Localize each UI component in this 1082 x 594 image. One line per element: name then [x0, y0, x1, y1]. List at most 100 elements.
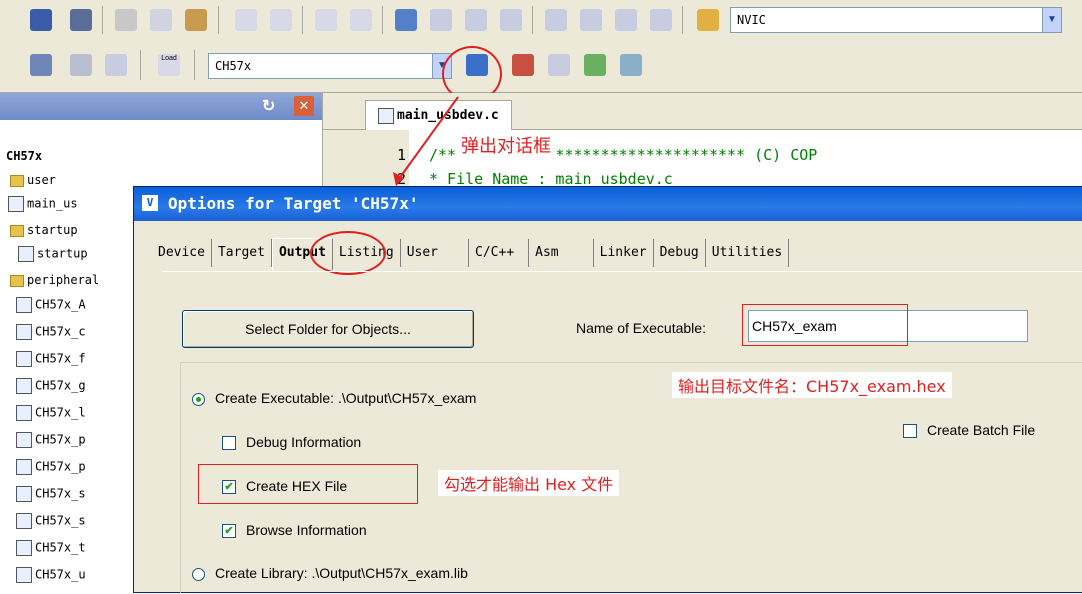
folder-icon	[10, 224, 24, 237]
download-icon[interactable]: Load	[158, 54, 180, 76]
comment-icon[interactable]	[615, 9, 637, 31]
bookmark-clear-icon[interactable]	[500, 9, 522, 31]
browse-info-checkbox[interactable]: ✔ Browse Information	[222, 522, 367, 539]
editor-tabbar: main_usbdev.c	[323, 93, 1082, 130]
editor-tab-main-usbdev[interactable]: main_usbdev.c	[365, 100, 512, 130]
build-icon[interactable]	[70, 54, 92, 76]
file-icon	[16, 540, 32, 556]
name-exe-label: Name of Executable:	[576, 320, 706, 336]
bookmark-icon[interactable]	[395, 9, 417, 31]
indent-icon[interactable]	[545, 9, 567, 31]
target-combo[interactable]: CH57x ▼	[208, 53, 452, 79]
nav-forward-icon[interactable]	[350, 9, 372, 31]
nvic-combo-value: NVIC	[737, 13, 766, 27]
tree-file[interactable]: CH57x_g	[16, 378, 86, 394]
refresh-icon[interactable]: ↻	[262, 96, 275, 116]
folder-icon	[10, 174, 24, 187]
annotation-check-hex: 勾选才能输出 Hex 文件	[438, 470, 620, 496]
tab-device[interactable]: Device	[152, 239, 212, 267]
create-executable-option[interactable]: Create Executable: .\Output\CH57x_exam	[192, 390, 476, 406]
tab-debug[interactable]: Debug	[654, 239, 706, 267]
rebuild-icon[interactable]	[105, 54, 127, 76]
file-icon	[16, 351, 32, 367]
target-combo-value: CH57x	[215, 59, 252, 73]
tab-cpp[interactable]: C/C++	[469, 239, 530, 267]
create-hex-highlight	[198, 464, 418, 504]
line-number: 1	[397, 146, 407, 164]
output-tab-panel: Select Folder for Objects... Name of Exe…	[162, 271, 1082, 594]
toolbar-main: NVIC ▼	[0, 0, 1082, 41]
annotation-popup-dialog: 弹出对话框	[455, 131, 557, 159]
folder-icon	[10, 274, 24, 287]
create-library-option[interactable]: Create Library: .\Output\CH57x_exam.lib	[192, 565, 468, 581]
load-label: Load	[161, 55, 177, 62]
uncomment-icon[interactable]	[650, 9, 672, 31]
tree-file[interactable]: startup	[18, 246, 88, 262]
tree-file[interactable]: main_us	[8, 196, 78, 212]
tree-file[interactable]: CH57x_s	[16, 486, 86, 502]
find-in-files-icon[interactable]	[697, 9, 719, 31]
tab-target[interactable]: Target	[212, 239, 272, 267]
bookmark-next-icon[interactable]	[465, 9, 487, 31]
project-panel-titlebar: ↻ ✕	[0, 93, 322, 120]
file-icon	[16, 297, 32, 313]
file-icon	[16, 324, 32, 340]
tree-folder-startup[interactable]: startup	[10, 223, 78, 237]
tree-file[interactable]: CH57x_l	[16, 405, 86, 421]
file-extensions-icon[interactable]	[548, 54, 570, 76]
name-exe-highlight	[742, 304, 908, 346]
redo-icon[interactable]	[270, 9, 292, 31]
file-icon	[18, 246, 34, 262]
bookmark-prev-icon[interactable]	[430, 9, 452, 31]
tree-file[interactable]: CH57x_t	[16, 540, 86, 556]
options-dialog: V Options for Target 'CH57x' Device Targe…	[133, 186, 1082, 594]
dialog-titlebar: V Options for Target 'CH57x'	[134, 187, 1082, 221]
select-folder-button[interactable]: Select Folder for Objects...	[182, 310, 474, 348]
file-icon	[16, 432, 32, 448]
tab-linker[interactable]: Linker	[594, 239, 654, 267]
nav-back-icon[interactable]	[315, 9, 337, 31]
checkbox-icon	[222, 436, 236, 451]
chevron-down-icon[interactable]: ▼	[1042, 8, 1061, 32]
project-root[interactable]: CH57x	[6, 149, 42, 163]
paste-icon[interactable]	[185, 9, 207, 31]
file-icon	[16, 513, 32, 529]
output-tab-highlight	[310, 231, 386, 275]
file-icon	[16, 567, 32, 583]
tree-file[interactable]: CH57x_f	[16, 351, 86, 367]
tab-user[interactable]: User	[401, 239, 470, 267]
select-packs-icon[interactable]	[620, 54, 642, 76]
save-icon[interactable]	[30, 9, 52, 31]
radio-icon	[192, 567, 205, 581]
keil-logo-icon: V	[142, 195, 158, 211]
tree-file[interactable]: CH57x_u	[16, 567, 86, 583]
tree-file[interactable]: CH57x_p	[16, 459, 86, 475]
file-icon	[378, 107, 394, 124]
tree-file[interactable]: CH57x_p	[16, 432, 86, 448]
manage-components-icon[interactable]	[512, 54, 534, 76]
pack-installer-icon[interactable]	[584, 54, 606, 76]
file-icon	[16, 459, 32, 475]
tab-asm[interactable]: Asm	[529, 239, 594, 267]
cut-icon[interactable]	[115, 9, 137, 31]
tree-file[interactable]: CH57x_A	[16, 297, 86, 313]
tree-folder-peripheral[interactable]: peripheral	[10, 273, 99, 287]
tree-folder-user[interactable]: user	[10, 173, 56, 187]
create-batch-checkbox[interactable]: Create Batch File	[903, 422, 1035, 439]
unindent-icon[interactable]	[580, 9, 602, 31]
dialog-tabs: Device Target Output Listing User C/C++ Asm Lin…	[152, 238, 790, 271]
tree-file[interactable]: CH57x_s	[16, 513, 86, 529]
nvic-combo[interactable]: NVIC ▼	[730, 7, 1062, 33]
tab-utilities[interactable]: Utilities	[706, 239, 790, 267]
tree-file[interactable]: CH57x_c	[16, 324, 86, 340]
copy-icon[interactable]	[150, 9, 172, 31]
checkbox-icon	[903, 424, 917, 439]
file-icon	[8, 196, 24, 212]
undo-icon[interactable]	[235, 9, 257, 31]
debug-info-checkbox[interactable]: Debug Information	[222, 434, 361, 451]
translate-icon[interactable]	[30, 54, 52, 76]
close-icon[interactable]: ✕	[294, 96, 314, 116]
save-all-icon[interactable]	[70, 9, 92, 31]
checkmark-icon: ✔	[222, 524, 236, 539]
radio-icon	[192, 392, 205, 406]
